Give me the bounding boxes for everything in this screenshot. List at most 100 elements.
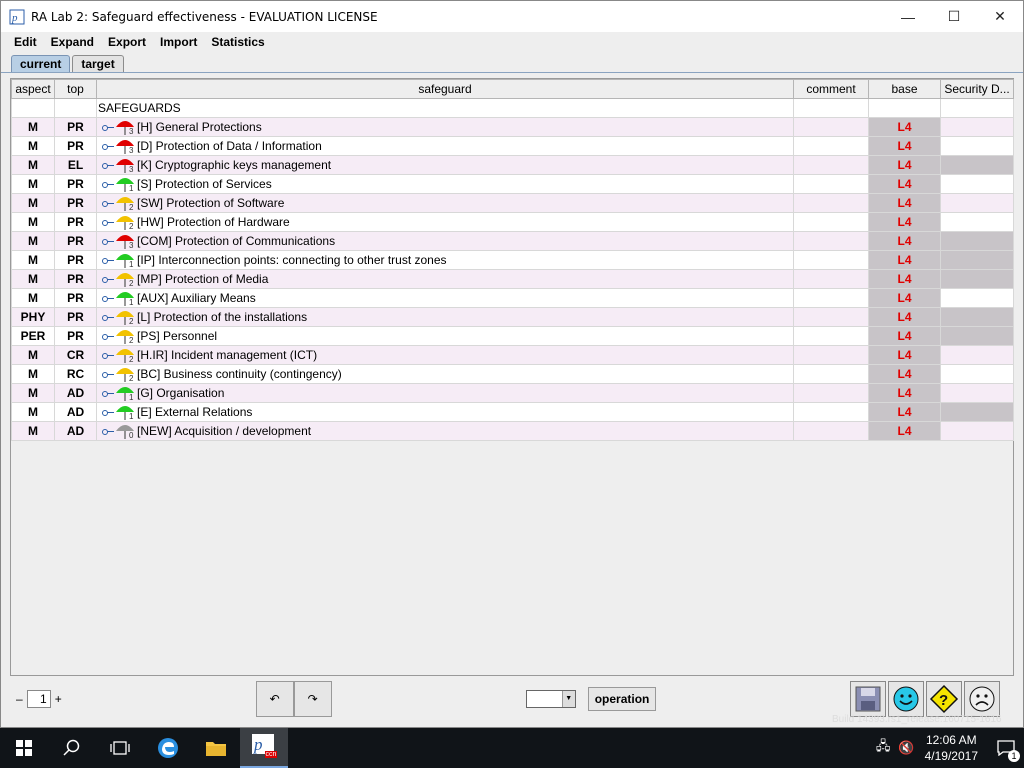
cell-comment[interactable] xyxy=(793,212,869,232)
cell-base[interactable]: L4 xyxy=(868,402,941,422)
cell-base[interactable]: L4 xyxy=(868,307,941,327)
level-decrement-button[interactable]: – xyxy=(16,692,23,706)
column-header-base[interactable]: base xyxy=(868,79,941,99)
cell-base[interactable]: L4 xyxy=(868,231,941,251)
table-row[interactable]: M EL 3 [K] Cryptographic keys management L4 xyxy=(11,155,1014,175)
tree-handle-icon[interactable] xyxy=(102,198,114,208)
tree-handle-icon[interactable] xyxy=(102,236,114,246)
cell-aspect[interactable]: M xyxy=(11,383,55,403)
column-header-safeguard[interactable]: safeguard xyxy=(96,79,794,99)
menu-statistics[interactable]: Statistics xyxy=(204,35,271,49)
cell-aspect[interactable]: M xyxy=(11,136,55,156)
cell-security-domain[interactable] xyxy=(940,174,1014,194)
table-row[interactable]: M PR 2 [HW] Protection of Hardware L4 xyxy=(11,212,1014,232)
tree-handle-icon[interactable] xyxy=(102,369,114,379)
table-row[interactable]: PHY PR 2 [L] Protection of the installation… xyxy=(11,307,1014,327)
table-row[interactable]: M AD 0 [NEW] Acquisition / development L4 xyxy=(11,421,1014,441)
cell-safeguard[interactable]: 2 [HW] Protection of Hardware xyxy=(96,212,794,232)
cell-safeguard[interactable]: 2 [L] Protection of the installations xyxy=(96,307,794,327)
cell-safeguard[interactable]: 1 [AUX] Auxiliary Means xyxy=(96,288,794,308)
table-row[interactable]: M AD 1 [E] External Relations L4 xyxy=(11,402,1014,422)
cell-safeguard[interactable]: 3 [D] Protection of Data / Information xyxy=(96,136,794,156)
table-row[interactable]: M PR 1 [AUX] Auxiliary Means L4 xyxy=(11,288,1014,308)
cell-comment[interactable] xyxy=(793,269,869,289)
cell-base[interactable]: L4 xyxy=(868,345,941,365)
table-row[interactable]: M CR 2 [H.IR] Incident management (ICT) L4 xyxy=(11,345,1014,365)
cell-top[interactable]: PR xyxy=(54,117,97,137)
tree-handle-icon[interactable] xyxy=(102,350,114,360)
cell-top[interactable]: PR xyxy=(54,307,97,327)
cell-aspect[interactable]: M xyxy=(11,269,55,289)
cell-base[interactable]: L4 xyxy=(868,212,941,232)
column-header-comment[interactable]: comment xyxy=(793,79,869,99)
cell-base[interactable]: L4 xyxy=(868,288,941,308)
cell-base[interactable]: L4 xyxy=(868,193,941,213)
cell-comment[interactable] xyxy=(793,117,869,137)
taskbar-file-explorer[interactable] xyxy=(192,728,240,768)
cell-aspect[interactable]: M xyxy=(11,212,55,232)
table-row[interactable]: M PR 3 [D] Protection of Data / Information… xyxy=(11,136,1014,156)
cell-base[interactable]: L4 xyxy=(868,326,941,346)
chevron-down-icon[interactable]: ▼ xyxy=(561,691,575,707)
search-button[interactable] xyxy=(48,728,96,768)
tab-current[interactable]: current xyxy=(11,55,71,72)
operation-button[interactable]: operation xyxy=(587,687,657,711)
cell-aspect[interactable]: M xyxy=(11,155,55,175)
help-button[interactable]: ? xyxy=(926,681,963,717)
tree-handle-icon[interactable] xyxy=(102,331,114,341)
cell-safeguard[interactable]: 3 [H] General Protections xyxy=(96,117,794,137)
column-header-aspect[interactable]: aspect xyxy=(11,79,55,99)
tree-handle-icon[interactable] xyxy=(102,293,114,303)
column-header-top[interactable]: top xyxy=(54,79,97,99)
cell-aspect[interactable]: M xyxy=(11,250,55,270)
table-row[interactable]: M PR 1 [S] Protection of Services L4 xyxy=(11,174,1014,194)
cell-base[interactable]: L4 xyxy=(868,421,941,441)
cell-comment[interactable] xyxy=(793,307,869,327)
tree-handle-icon[interactable] xyxy=(102,426,114,436)
network-icon[interactable]: 🖧 xyxy=(876,737,891,759)
table-root-row[interactable]: SAFEGUARDS xyxy=(11,98,1014,118)
cell-security-domain[interactable] xyxy=(940,288,1014,308)
minimize-button[interactable]: — xyxy=(885,1,931,32)
save-button[interactable] xyxy=(850,681,887,717)
cell-security-domain[interactable] xyxy=(940,250,1014,270)
menu-expand[interactable]: Expand xyxy=(44,35,101,49)
table-row[interactable]: M PR 3 [H] General Protections L4 xyxy=(11,117,1014,137)
tree-handle-icon[interactable] xyxy=(102,255,114,265)
tree-handle-icon[interactable] xyxy=(102,141,114,151)
tree-handle-icon[interactable] xyxy=(102,407,114,417)
cell-aspect[interactable]: M xyxy=(11,288,55,308)
cell-security-domain[interactable] xyxy=(940,269,1014,289)
cell-aspect[interactable]: M xyxy=(11,231,55,251)
cell-comment[interactable] xyxy=(793,231,869,251)
cell-aspect[interactable]: M xyxy=(11,193,55,213)
cell-aspect[interactable]: M xyxy=(11,402,55,422)
value-combobox[interactable]: ▼ xyxy=(525,690,576,708)
cell-top[interactable]: RC xyxy=(54,364,97,384)
cell-safeguard[interactable]: 3 [K] Cryptographic keys management xyxy=(96,155,794,175)
cell-safeguard[interactable]: 0 [NEW] Acquisition / development xyxy=(96,421,794,441)
tree-handle-icon[interactable] xyxy=(102,122,114,132)
cell-top[interactable]: PR xyxy=(54,288,97,308)
column-header-security-domain[interactable]: Security D... xyxy=(940,79,1014,99)
cell-comment[interactable] xyxy=(793,136,869,156)
cell-comment[interactable] xyxy=(793,364,869,384)
cell-base[interactable]: L4 xyxy=(868,136,941,156)
cell-security-domain[interactable] xyxy=(940,136,1014,156)
cell-comment[interactable] xyxy=(793,174,869,194)
cell-security-domain[interactable] xyxy=(940,345,1014,365)
cell-top[interactable]: CR xyxy=(54,345,97,365)
cell-comment[interactable] xyxy=(793,288,869,308)
maximize-button[interactable]: ☐ xyxy=(931,1,977,32)
cell-safeguard[interactable]: 1 [IP] Interconnection points: connecting… xyxy=(96,250,794,270)
tree-handle-icon[interactable] xyxy=(102,274,114,284)
cell-comment[interactable] xyxy=(793,402,869,422)
cell-base[interactable]: L4 xyxy=(868,269,941,289)
cell-security-domain[interactable] xyxy=(940,364,1014,384)
undo-button[interactable]: ↶ xyxy=(255,681,294,717)
cell-security-domain[interactable] xyxy=(940,402,1014,422)
cell-base[interactable]: L4 xyxy=(868,364,941,384)
cell-top[interactable]: PR xyxy=(54,231,97,251)
table-row[interactable]: M PR 2 [SW] Protection of Software L4 xyxy=(11,193,1014,213)
root-label[interactable]: SAFEGUARDS xyxy=(96,98,794,118)
